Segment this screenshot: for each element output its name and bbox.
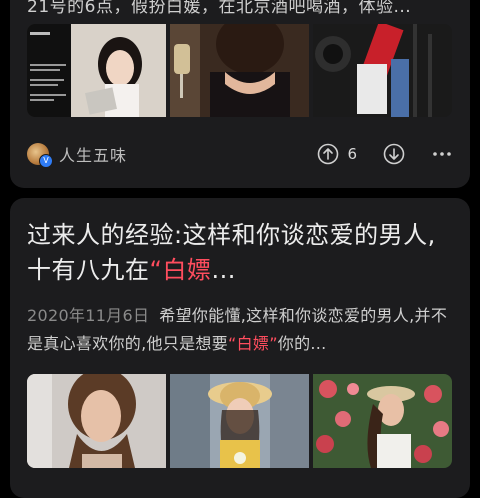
article-excerpt: 2020年11月6日 希望你能懂,这样和你谈恋爱的男人,并不是真心喜欢你的,他只是… — [27, 306, 448, 353]
thumbnail-3[interactable] — [313, 24, 452, 117]
feed-card-1[interactable]: 21号的6点，假扮白媛，在北京酒吧喝酒，体验... V 人生五味 6 — [10, 0, 470, 188]
image-strip — [27, 374, 452, 468]
title-highlight: 白嫖 — [162, 256, 212, 284]
thumbnail-2[interactable] — [170, 374, 309, 468]
author-name[interactable]: 人生五味 — [59, 142, 127, 166]
upvote-count: 6 — [347, 145, 357, 163]
avatar[interactable]: V — [27, 143, 53, 168]
more-options-icon[interactable] — [431, 143, 453, 165]
thumbnail-3[interactable] — [313, 374, 452, 468]
upvote-icon[interactable] — [317, 143, 339, 165]
thumbnail-1[interactable] — [27, 24, 166, 117]
feed-card-2[interactable]: 过来人的经验:这样和你谈恋爱的男人,十有八九在“白嫖... 2020年11月6日… — [10, 198, 470, 498]
image-strip — [27, 24, 452, 117]
article-title[interactable]: 过来人的经验:这样和你谈恋爱的男人,十有八九在“白嫖... — [27, 218, 453, 288]
card-snippet: 21号的6点，假扮白媛，在北京酒吧喝酒，体验... — [27, 0, 412, 17]
author-row: V 人生五味 6 — [27, 140, 453, 168]
excerpt-highlight: 白嫖 — [236, 334, 270, 353]
thumbnail-1[interactable] — [27, 374, 166, 468]
publish-date: 2020年11月6日 — [27, 306, 150, 325]
downvote-icon[interactable] — [383, 143, 405, 165]
verified-badge-icon: V — [39, 154, 53, 168]
action-bar: 6 — [317, 143, 453, 165]
thumbnail-2[interactable] — [170, 24, 309, 117]
